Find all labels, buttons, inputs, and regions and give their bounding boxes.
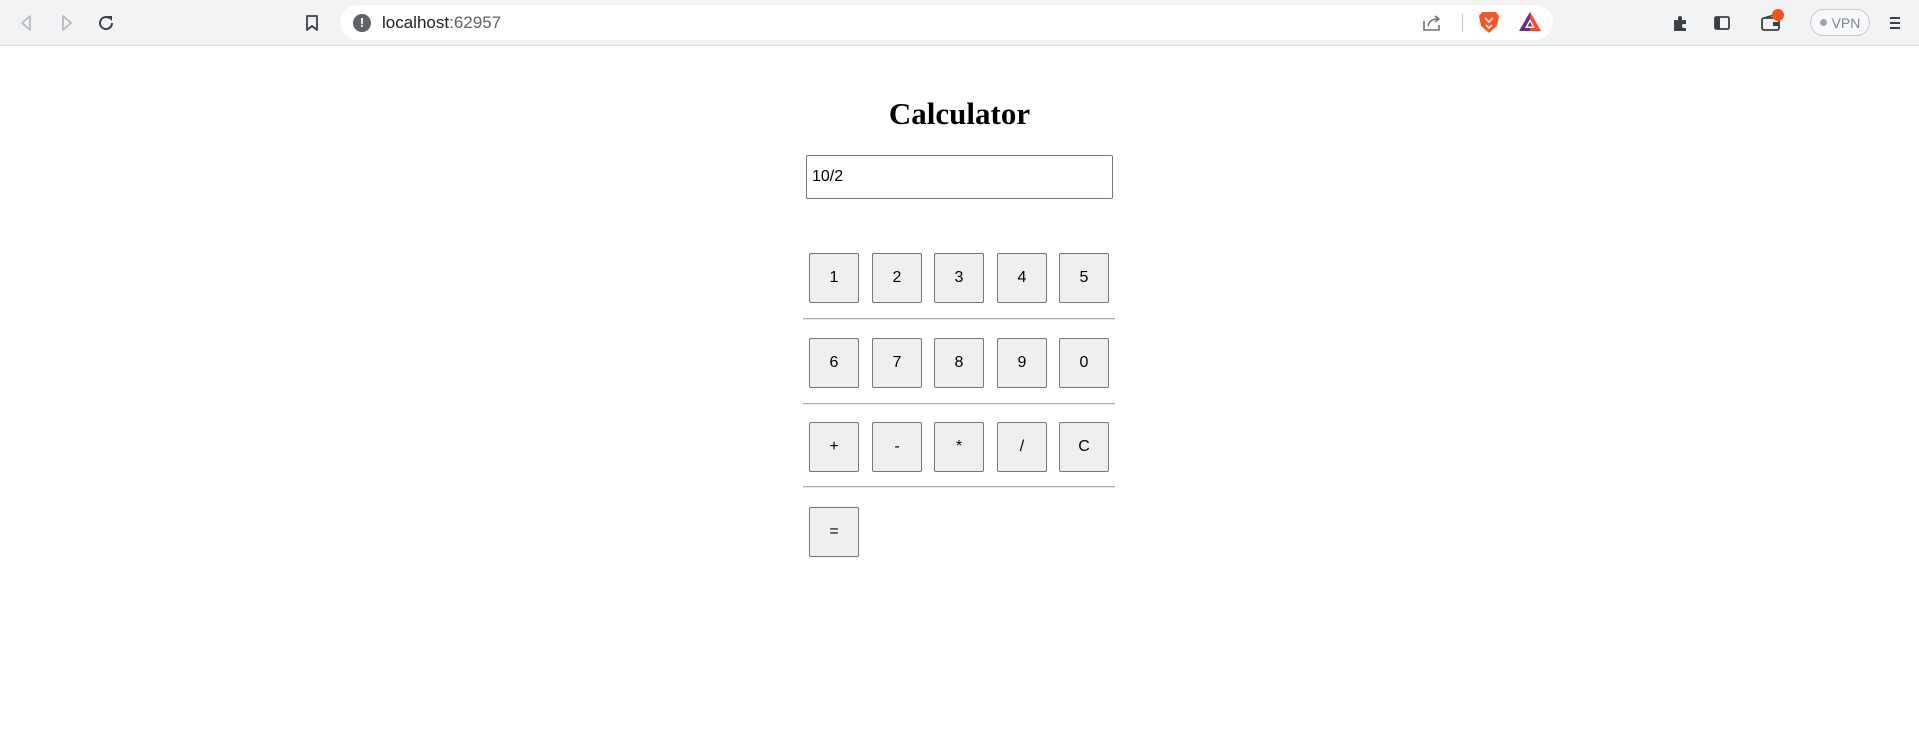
url-host: localhost	[382, 13, 450, 32]
reload-icon[interactable]	[90, 7, 122, 39]
brave-shields-icon[interactable]	[1478, 10, 1500, 35]
brave-rewards-icon[interactable]	[1518, 11, 1542, 33]
key-4-button[interactable]: 4	[997, 253, 1047, 303]
key-8-button[interactable]: 8	[934, 338, 984, 388]
back-arrow-icon[interactable]	[11, 7, 43, 39]
key-2-button[interactable]: 2	[872, 253, 922, 303]
equals-button[interactable]: =	[809, 507, 859, 557]
clear-button[interactable]: C	[1059, 422, 1109, 472]
multiply-button[interactable]: *	[934, 422, 984, 472]
site-info-icon[interactable]: !	[353, 14, 371, 32]
vpn-status-dot	[1819, 19, 1827, 26]
key-row-operators: + - * / C	[809, 422, 1109, 472]
key-7-button[interactable]: 7	[872, 338, 922, 388]
url-text[interactable]: localhost:62957	[382, 13, 501, 33]
row-divider	[803, 403, 1115, 405]
share-icon[interactable]	[1420, 11, 1444, 35]
vpn-button[interactable]: VPN	[1810, 9, 1870, 36]
key-3-button[interactable]: 3	[934, 253, 984, 303]
divide-button[interactable]: /	[997, 422, 1047, 472]
subtract-button[interactable]: -	[872, 422, 922, 472]
row-divider	[803, 486, 1115, 488]
wallet-icon[interactable]	[1755, 7, 1787, 39]
key-row-digits-2: 6 7 8 9 0	[809, 338, 1109, 388]
extensions-icon[interactable]	[1665, 7, 1697, 39]
key-0-button[interactable]: 0	[1059, 338, 1109, 388]
key-5-button[interactable]: 5	[1059, 253, 1109, 303]
wallet-notification-badge	[1772, 9, 1784, 21]
url-port: :62957	[449, 13, 502, 32]
page-title: Calculator	[888, 96, 1031, 131]
key-6-button[interactable]: 6	[809, 338, 859, 388]
key-1-button[interactable]: 1	[809, 253, 859, 303]
menu-icon[interactable]	[1879, 7, 1911, 39]
bookmark-icon[interactable]	[296, 7, 328, 39]
key-9-button[interactable]: 9	[997, 338, 1047, 388]
page-content: Calculator 1 2 3 4 5 6 7 8 9 0 + - * / C	[0, 47, 1919, 739]
sidebar-icon[interactable]	[1706, 7, 1738, 39]
key-row-equals: =	[809, 507, 1109, 557]
vpn-label: VPN	[1831, 14, 1861, 31]
forward-arrow-icon[interactable]	[50, 7, 82, 39]
key-row-digits-1: 1 2 3 4 5	[809, 253, 1109, 303]
omnibox-separator	[1462, 14, 1463, 32]
browser-toolbar: ! localhost:62957 VPN	[0, 0, 1919, 46]
add-button[interactable]: +	[809, 422, 859, 472]
address-bar[interactable]: ! localhost:62957	[340, 5, 1553, 40]
row-divider	[803, 318, 1115, 320]
calculator-display[interactable]	[806, 155, 1113, 199]
